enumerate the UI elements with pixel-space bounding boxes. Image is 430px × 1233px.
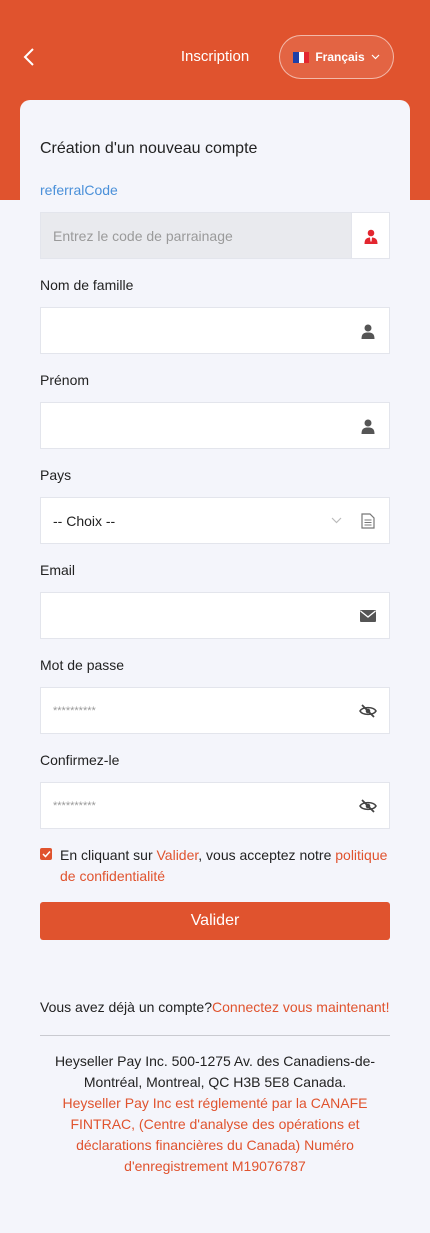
confirm-password-toggle[interactable] — [347, 783, 389, 828]
chevron-down-icon — [331, 517, 341, 524]
document-icon — [361, 512, 375, 529]
email-input[interactable] — [41, 593, 347, 638]
referral-icon-box — [351, 213, 389, 258]
eye-slash-icon — [359, 703, 377, 718]
password-field: ********** — [40, 687, 390, 734]
country-select[interactable]: -- Choix -- — [40, 497, 390, 544]
referral-field — [40, 212, 390, 259]
first-name-icon-box — [347, 403, 389, 448]
first-name-label: Prénom — [40, 372, 90, 388]
footer-address: Heyseller Pay Inc. 500-1275 Av. des Cana… — [54, 1053, 376, 1090]
password-toggle[interactable] — [347, 688, 389, 733]
first-name-field — [40, 402, 390, 449]
eye-slash-icon — [359, 798, 377, 813]
select-chevron — [325, 517, 347, 524]
first-name-input[interactable] — [41, 403, 347, 448]
password-input[interactable]: ********** — [41, 705, 347, 717]
consent-row: En cliquant sur Valider, vous acceptez n… — [40, 845, 400, 887]
confirm-password-input[interactable]: ********** — [41, 800, 347, 812]
password-label: Mot de passe — [40, 657, 125, 673]
last-name-field — [40, 307, 390, 354]
checkmark-icon — [41, 850, 51, 858]
consent-valider-link[interactable]: Valider — [157, 847, 199, 863]
user-icon — [361, 324, 375, 339]
footer: Heyseller Pay Inc. 500-1275 Av. des Cana… — [40, 1051, 390, 1177]
footer-regulation: Heyseller Pay Inc est réglementé par la … — [62, 1095, 368, 1174]
user-icon — [361, 419, 375, 434]
form-title: Création d'un nouveau compte — [40, 140, 258, 157]
email-field — [40, 592, 390, 639]
country-selected-value: -- Choix -- — [53, 512, 116, 529]
submit-button[interactable]: Valider — [40, 902, 390, 940]
consent-prefix: En cliquant sur — [60, 847, 157, 863]
referral-label: referralCode — [40, 182, 118, 198]
login-question: Vous avez déjà un compte? — [40, 999, 213, 1015]
confirm-password-label: Confirmez-le — [40, 752, 120, 768]
divider — [40, 1035, 390, 1036]
consent-text: En cliquant sur Valider, vous acceptez n… — [60, 845, 400, 887]
agent-icon — [364, 229, 377, 244]
consent-checkbox[interactable] — [40, 848, 52, 860]
confirm-password-field: ********** — [40, 782, 390, 829]
email-icon-box — [347, 593, 389, 638]
last-name-icon-box — [347, 308, 389, 353]
language-label: Français — [315, 50, 365, 64]
consent-middle: , vous acceptez notre — [198, 847, 336, 863]
chevron-down-icon — [371, 54, 380, 60]
envelope-icon — [360, 609, 376, 622]
last-name-label: Nom de famille — [40, 277, 134, 293]
email-label: Email — [40, 562, 76, 578]
login-link[interactable]: Connectez vous maintenant! — [212, 999, 389, 1015]
country-label: Pays — [40, 467, 72, 483]
last-name-input[interactable] — [41, 308, 347, 353]
country-icon-box — [347, 498, 389, 543]
login-prompt: Vous avez déjà un compte?Connectez vous … — [40, 999, 389, 1015]
france-flag-icon — [293, 51, 310, 63]
language-selector[interactable]: Français — [279, 35, 394, 79]
referral-input[interactable] — [41, 213, 351, 258]
